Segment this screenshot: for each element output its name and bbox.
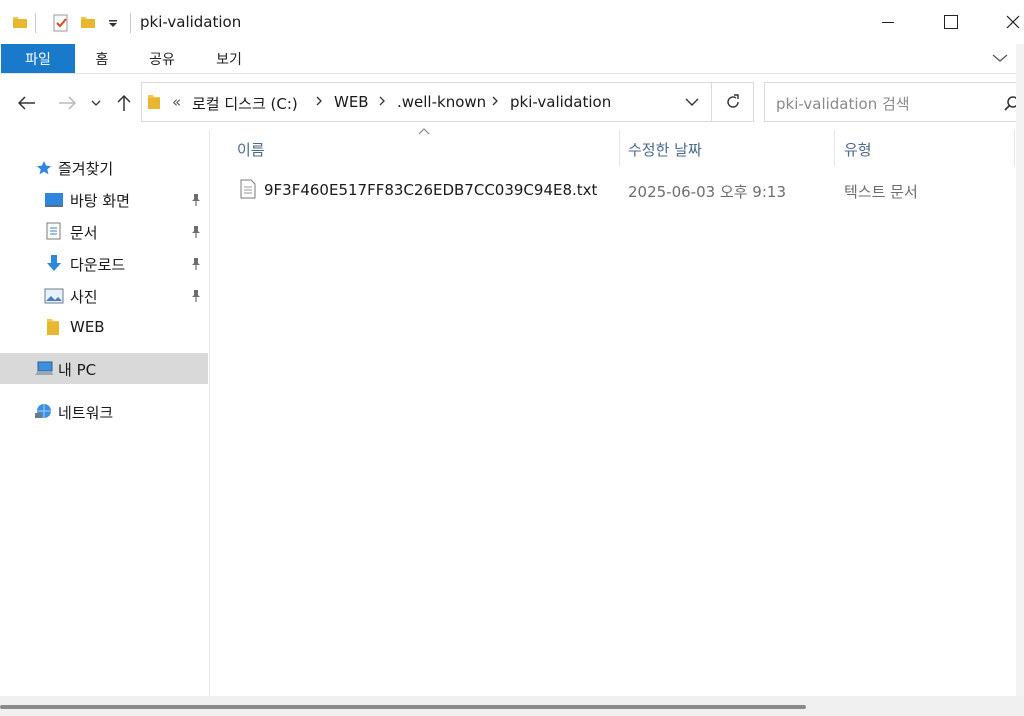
search-placeholder: pki-validation 검색	[776, 95, 910, 113]
nav-label: 다운로드	[70, 256, 126, 274]
breadcrumb-pki-validation[interactable]: pki-validation	[510, 93, 611, 111]
column-header-date-modified[interactable]: 수정한 날짜	[628, 139, 702, 160]
column-header-type[interactable]: 유형	[844, 139, 872, 160]
ribbon-expand-chevron-icon[interactable]	[992, 52, 1008, 64]
file-name[interactable]: 9F3F460E517FF83C26EDB7CC039C94E8.txt	[264, 181, 597, 199]
breadcrumb-separator-icon[interactable]	[315, 95, 323, 107]
back-button[interactable]	[14, 88, 40, 118]
folder-icon	[46, 318, 60, 336]
tab-home[interactable]: 홈	[80, 44, 124, 73]
sort-ascending-icon	[418, 128, 430, 136]
breadcrumb-separator-icon[interactable]	[491, 95, 499, 107]
chevron-down-icon	[685, 97, 699, 107]
nav-label: 내 PC	[58, 361, 97, 379]
breadcrumb-web[interactable]: WEB	[334, 93, 369, 111]
title-separator	[35, 13, 36, 33]
breadcrumb-well-known[interactable]: .well-known	[397, 93, 486, 111]
pin-icon[interactable]	[190, 193, 202, 207]
maximize-icon	[944, 15, 958, 29]
document-icon	[46, 222, 62, 240]
pc-icon	[34, 361, 54, 377]
nav-label: 즐겨찾기	[58, 160, 114, 178]
recent-locations-button[interactable]	[86, 88, 106, 118]
nav-label: 사진	[70, 288, 98, 306]
pictures-icon	[44, 288, 64, 304]
tab-share[interactable]: 공유	[138, 44, 186, 73]
window-title: pki-validation	[140, 13, 242, 31]
desktop-icon	[44, 192, 64, 208]
breadcrumb-overflow[interactable]: «	[172, 93, 181, 111]
refresh-button[interactable]	[712, 82, 754, 122]
nav-label: WEB	[70, 318, 105, 336]
star-icon	[36, 160, 52, 176]
ribbon-divider	[0, 73, 1024, 74]
folder-icon	[147, 94, 161, 110]
nav-label: 바탕 화면	[70, 192, 130, 210]
nav-quick-access[interactable]: 즐겨찾기	[0, 152, 208, 182]
text-file-icon	[240, 179, 256, 199]
column-divider[interactable]	[619, 130, 620, 166]
title-separator	[130, 13, 131, 33]
dropdown-arrow-icon[interactable]	[107, 17, 119, 29]
pin-icon[interactable]	[190, 225, 202, 239]
nav-item-pictures[interactable]: 사진	[0, 280, 208, 310]
minimize-icon	[882, 16, 894, 28]
forward-arrow-icon	[58, 96, 76, 110]
nav-item-network[interactable]: 네트워크	[0, 396, 208, 426]
breadcrumb-local-disk[interactable]: 로컬 디스크 (C:)	[192, 93, 298, 114]
folder-icon[interactable]	[12, 14, 28, 30]
tab-file[interactable]: 파일	[1, 44, 75, 73]
pin-icon[interactable]	[190, 257, 202, 271]
tab-view[interactable]: 보기	[205, 44, 253, 73]
network-icon	[34, 402, 54, 420]
back-arrow-icon	[18, 96, 36, 110]
horizontal-scrollbar-thumb[interactable]	[0, 705, 806, 709]
vertical-scrollbar[interactable]	[1016, 44, 1024, 696]
nav-label: 네트워크	[58, 404, 114, 422]
nav-item-downloads[interactable]: 다운로드	[0, 248, 208, 278]
nav-label: 문서	[70, 224, 98, 242]
column-divider[interactable]	[1014, 130, 1015, 166]
nav-item-desktop[interactable]: 바탕 화면	[0, 184, 208, 214]
minimize-button[interactable]	[865, 0, 911, 44]
up-arrow-icon	[117, 94, 131, 112]
folder-icon[interactable]	[80, 14, 96, 30]
maximize-button[interactable]	[928, 0, 974, 44]
forward-button[interactable]	[54, 88, 80, 118]
file-type: 텍스트 문서	[844, 183, 918, 201]
nav-item-documents[interactable]: 문서	[0, 216, 208, 246]
pin-icon[interactable]	[190, 289, 202, 303]
close-button[interactable]	[990, 0, 1024, 44]
nav-item-this-pc[interactable]: 내 PC	[0, 353, 208, 384]
column-divider[interactable]	[834, 130, 835, 166]
column-header-name[interactable]: 이름	[237, 139, 265, 160]
file-date-modified: 2025-06-03 오후 9:13	[628, 183, 786, 201]
chevron-down-icon	[91, 99, 101, 107]
up-button[interactable]	[111, 88, 137, 118]
breadcrumb-separator-icon[interactable]	[378, 95, 386, 107]
nav-item-web[interactable]: WEB	[0, 312, 208, 342]
checkmark-doc-icon[interactable]	[52, 14, 70, 32]
download-icon	[46, 254, 62, 272]
close-icon	[1006, 15, 1020, 29]
refresh-icon	[725, 94, 741, 110]
address-dropdown-button[interactable]	[672, 82, 712, 122]
